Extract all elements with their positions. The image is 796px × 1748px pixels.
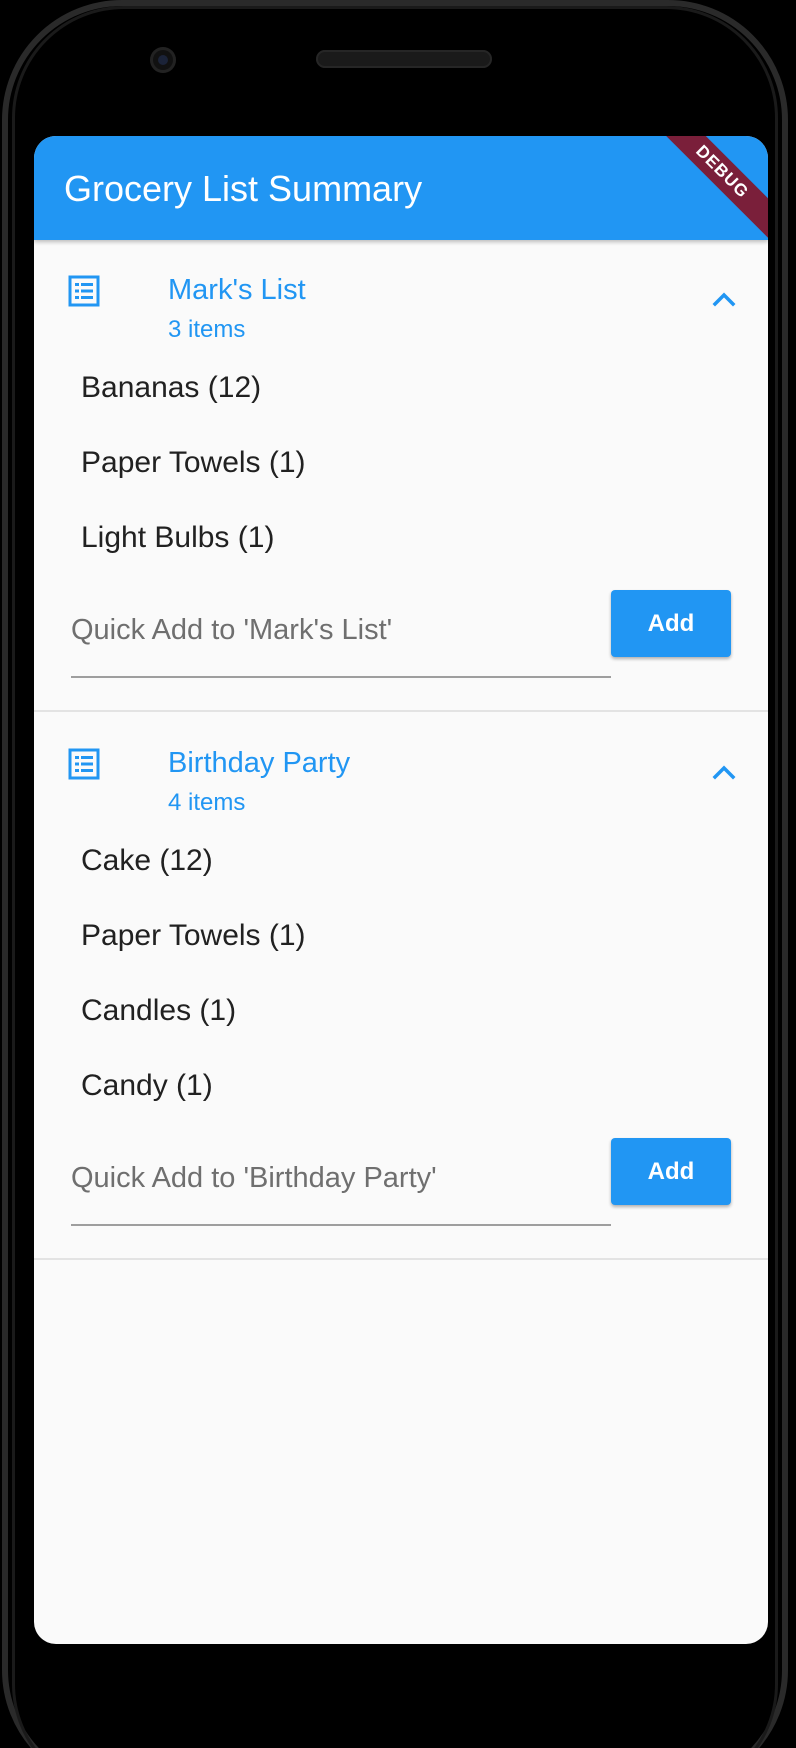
app-bar: Grocery List Summary DEBUG — [34, 136, 768, 246]
list-item[interactable]: Paper Towels (1) — [34, 898, 768, 973]
list-title: Birthday Party — [168, 747, 351, 779]
quick-add-placeholder: Quick Add to 'Mark's List' — [71, 614, 393, 646]
section-divider — [34, 710, 768, 712]
quick-add-placeholder: Quick Add to 'Birthday Party' — [71, 1162, 437, 1194]
page-title: Grocery List Summary — [64, 168, 423, 209]
quick-add-input[interactable]: Quick Add to 'Mark's List' — [71, 590, 611, 678]
add-button[interactable]: Add — [611, 590, 731, 657]
list-item[interactable]: Cake (12) — [34, 823, 768, 898]
list-section-birthday-party: Birthday Party 4 items Cake (12) Paper T… — [34, 713, 768, 1236]
list-icon — [68, 748, 100, 780]
chevron-up-icon[interactable] — [708, 757, 740, 789]
list-item[interactable]: Candles (1) — [34, 973, 768, 1048]
front-camera — [150, 47, 176, 73]
quick-add-row: Quick Add to 'Mark's List' Add — [34, 588, 768, 688]
quick-add-input[interactable]: Quick Add to 'Birthday Party' — [71, 1138, 611, 1226]
earpiece-speaker — [316, 50, 492, 68]
list-item[interactable]: Paper Towels (1) — [34, 425, 768, 500]
list-item[interactable]: Light Bulbs (1) — [34, 500, 768, 575]
list-section-marks-list: Mark's List 3 items Bananas (12) Paper T… — [34, 240, 768, 688]
app-screen: Grocery List Summary DEBUG Mark's List 3… — [34, 136, 768, 1644]
chevron-up-icon[interactable] — [708, 284, 740, 316]
section-divider — [34, 1258, 768, 1260]
debug-banner: DEBUG — [648, 136, 768, 246]
list-item-count: 4 items — [168, 789, 246, 816]
list-item-count: 3 items — [168, 316, 246, 343]
list-item[interactable]: Bananas (12) — [34, 350, 768, 425]
list-icon — [68, 275, 100, 307]
add-button[interactable]: Add — [611, 1138, 731, 1205]
phone-device: Grocery List Summary DEBUG Mark's List 3… — [0, 0, 796, 1748]
list-title: Mark's List — [168, 274, 306, 306]
list-item[interactable]: Candy (1) — [34, 1048, 768, 1123]
list-header[interactable]: Birthday Party 4 items — [34, 713, 768, 823]
list-header[interactable]: Mark's List 3 items — [34, 240, 768, 350]
quick-add-row: Quick Add to 'Birthday Party' Add — [34, 1136, 768, 1236]
